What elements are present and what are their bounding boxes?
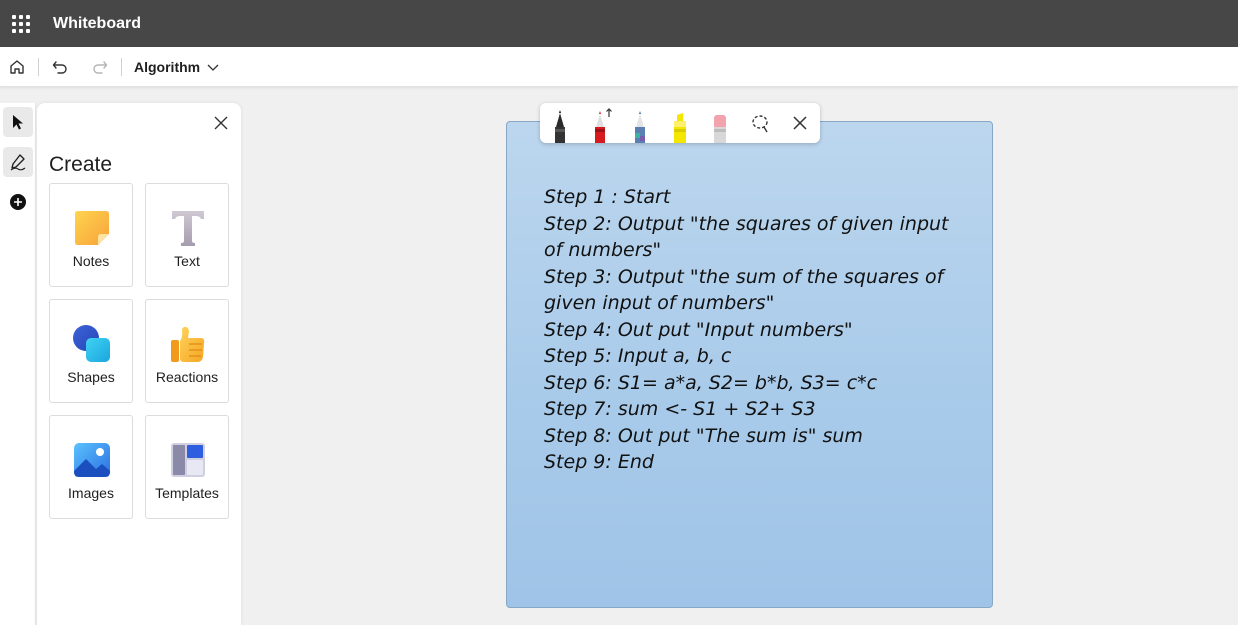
create-reactions-button[interactable]: Reactions	[145, 299, 229, 403]
board-name-dropdown[interactable]: Algorithm	[134, 59, 220, 75]
note-line: Step 7: sum <- S1 + S2+ S3	[544, 398, 816, 420]
create-text-button[interactable]: Text	[145, 183, 229, 287]
note-line: Step 3: Output "the sum of the squares o…	[544, 265, 944, 288]
create-templates-button[interactable]: Templates	[145, 415, 229, 519]
lasso-select-icon	[752, 115, 768, 133]
templates-icon	[171, 443, 205, 477]
undo-icon	[52, 60, 67, 74]
lasso-select-button[interactable]	[743, 103, 777, 143]
redo-button[interactable]	[85, 52, 115, 82]
create-button[interactable]	[3, 187, 33, 217]
inking-tool-button[interactable]	[3, 147, 33, 177]
board-name: Algorithm	[134, 58, 201, 75]
card-label: Shapes	[67, 369, 115, 385]
select-tool-button[interactable]	[3, 107, 33, 137]
plus-circle-icon	[10, 194, 26, 210]
note-line: of numbers"	[544, 239, 662, 261]
divider	[38, 57, 39, 76]
card-label: Notes	[72, 253, 110, 269]
black-pen-icon	[555, 110, 565, 143]
create-images-button[interactable]: Images	[49, 415, 133, 519]
home-button[interactable]	[2, 52, 32, 82]
close-icon	[214, 116, 228, 130]
red-pen-button[interactable]	[583, 103, 617, 143]
note-line: Step 2: Output "the squares of given inp…	[544, 212, 949, 235]
pointer-icon	[13, 115, 23, 130]
note-line: given input of numbers"	[544, 292, 775, 314]
panel-title: Create	[49, 153, 113, 176]
galaxy-pen-icon	[635, 111, 645, 143]
left-tool-rail	[0, 103, 36, 625]
home-icon	[10, 59, 24, 74]
note-text[interactable]: Step 1 : Start Step 2: Output "the squar…	[544, 184, 984, 476]
app-title: Whiteboard	[53, 14, 141, 32]
note-line: Step 4: Out put "Input numbers"	[544, 318, 853, 341]
eraser-button[interactable]	[703, 103, 737, 143]
redo-icon	[93, 60, 108, 74]
card-label: Text	[174, 253, 200, 269]
red-pen-icon	[595, 108, 612, 143]
sticky-note-icon	[75, 211, 109, 245]
inking-toolbar	[540, 103, 820, 143]
note-line: Step 5: Input a, b, c	[544, 345, 732, 367]
note-line: Step 8: Out put "The sum is" sum	[544, 424, 863, 447]
title-bar: Whiteboard	[0, 0, 1238, 47]
pen-icon	[10, 154, 26, 171]
note-line: Step 9: End	[544, 451, 654, 473]
create-notes-button[interactable]: Notes	[49, 183, 133, 287]
close-icon	[793, 116, 807, 130]
eraser-icon	[714, 115, 726, 143]
app-launcher-icon[interactable]	[12, 14, 30, 33]
thumbs-up-icon	[171, 326, 205, 362]
shapes-icon	[73, 325, 110, 362]
card-label: Templates	[155, 485, 219, 501]
create-shapes-button[interactable]: Shapes	[49, 299, 133, 403]
command-toolbar: Algorithm	[0, 47, 1238, 87]
image-icon	[74, 443, 110, 477]
note-line: Step 6: S1= a*a, S2= b*b, S3= c*c	[544, 371, 878, 394]
card-label: Images	[68, 485, 114, 501]
note-line: Step 1 : Start	[544, 186, 671, 208]
highlighter-icon	[674, 113, 686, 143]
panel-close-button[interactable]	[211, 113, 231, 133]
sticky-note[interactable]: Step 1 : Start Step 2: Output "the squar…	[506, 121, 993, 608]
close-inking-button[interactable]	[783, 103, 817, 143]
black-pen-button[interactable]	[543, 103, 577, 143]
highlighter-button[interactable]	[663, 103, 697, 143]
divider	[121, 57, 122, 76]
chevron-down-icon	[207, 64, 219, 71]
galaxy-pen-button[interactable]	[623, 103, 657, 143]
text-icon	[172, 211, 204, 246]
create-panel: Create Notes Text Shapes Reactions Image…	[37, 103, 241, 625]
undo-button[interactable]	[45, 52, 75, 82]
card-label: Reactions	[155, 369, 219, 385]
